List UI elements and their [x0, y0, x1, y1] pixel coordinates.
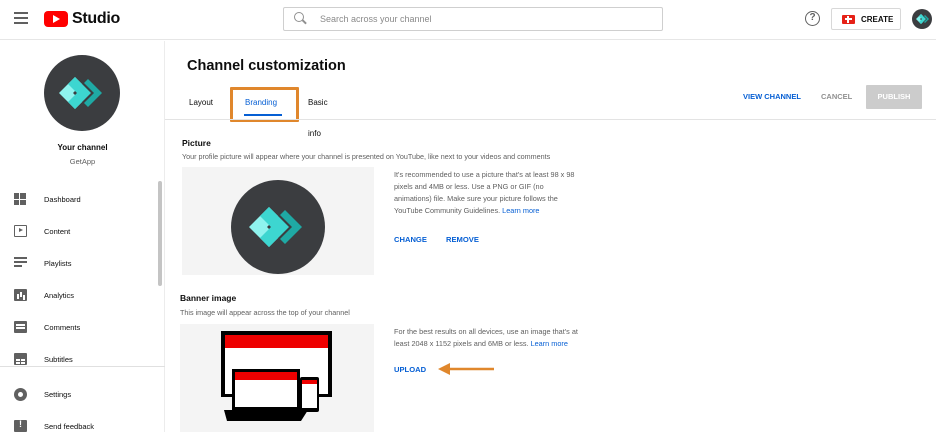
- banner-info: For the best results on all devices, use…: [394, 326, 634, 350]
- sidebar-item-analytics[interactable]: Analytics: [0, 279, 165, 311]
- sidebar-item-comments[interactable]: Comments: [0, 311, 165, 343]
- publish-button[interactable]: PUBLISH: [866, 85, 922, 109]
- change-picture-button[interactable]: CHANGE: [394, 235, 427, 244]
- annotation-arrow-icon: [438, 363, 494, 375]
- picture-info-line: animations) file. Make sure your picture…: [394, 194, 558, 203]
- devices-illustration-icon: [221, 331, 332, 421]
- sidebar-item-subtitles[interactable]: Subtitles: [0, 343, 165, 375]
- sidebar-item-label: Dashboard: [44, 194, 81, 204]
- banner-section-title: Banner image: [180, 293, 237, 303]
- picture-info-line-last: YouTube Community Guidelines. Learn more: [394, 205, 634, 217]
- create-label: CREATE: [861, 14, 894, 24]
- content-icon: [14, 225, 27, 237]
- sidebar-item-label: Settings: [44, 389, 72, 399]
- sidebar-divider: [0, 366, 165, 367]
- subtitles-icon: [14, 353, 27, 365]
- profile-picture-preview: [182, 167, 374, 275]
- page-title: Channel customization: [187, 58, 346, 74]
- banner-info-line: For the best results on all devices, use…: [394, 327, 578, 336]
- logo-text: Studio: [72, 10, 120, 27]
- sidebar: Your channel GetApp Dashboard Content Pl…: [0, 41, 165, 432]
- channel-logo-icon: [249, 207, 302, 247]
- profile-picture: [231, 180, 325, 274]
- gear-icon: [14, 387, 27, 401]
- picture-info-line: pixels and 4MB or less. Use a PNG or GIF…: [394, 182, 544, 191]
- create-video-icon: [842, 14, 855, 24]
- banner-info-line-last: least 2048 x 1152 pixels and 6MB or less…: [394, 338, 634, 350]
- channel-avatar[interactable]: [44, 55, 120, 131]
- channel-logo-icon: [916, 14, 929, 24]
- comments-icon: [14, 321, 27, 333]
- sidebar-item-label: Send feedback: [44, 421, 95, 431]
- menu-icon[interactable]: [14, 12, 28, 24]
- picture-info: It's recommended to use a picture that's…: [394, 169, 634, 217]
- account-avatar[interactable]: [912, 9, 932, 29]
- create-button[interactable]: CREATE: [831, 8, 901, 30]
- sidebar-item-send-feedback[interactable]: Send feedback: [0, 410, 165, 432]
- search-box[interactable]: [283, 7, 663, 31]
- channel-logo-icon: [59, 77, 102, 109]
- banner-info-text: least 2048 x 1152 pixels and 6MB or less…: [394, 339, 529, 348]
- channel-name: GetApp: [69, 157, 96, 166]
- sidebar-item-label: Subtitles: [44, 354, 73, 364]
- sidebar-item-label: Content: [44, 226, 71, 236]
- sidebar-item-playlists[interactable]: Playlists: [0, 247, 165, 279]
- tabs-divider: [165, 119, 936, 120]
- help-icon[interactable]: ?: [805, 11, 820, 26]
- upload-banner-button[interactable]: UPLOAD: [394, 365, 426, 374]
- analytics-icon: [14, 289, 27, 301]
- sidebar-item-dashboard[interactable]: Dashboard: [0, 183, 165, 215]
- sidebar-nav: Dashboard Content Playlists Analytics Co…: [0, 183, 165, 432]
- sidebar-scrollbar[interactable]: [158, 181, 162, 286]
- dashboard-icon: [14, 193, 27, 205]
- view-channel-button[interactable]: VIEW CHANNEL: [743, 92, 801, 101]
- banner-image-preview: [180, 324, 374, 432]
- tab-basic-info[interactable]: Basic info: [308, 87, 328, 138]
- sidebar-item-label: Comments: [44, 322, 81, 332]
- feedback-icon: [14, 419, 27, 432]
- sidebar-item-label: Analytics: [44, 290, 75, 300]
- search-input[interactable]: [320, 14, 640, 24]
- tab-layout[interactable]: Layout: [189, 87, 213, 119]
- picture-learn-more-link[interactable]: Learn more: [502, 206, 539, 215]
- youtube-play-icon: [44, 11, 68, 27]
- sidebar-item-label: Playlists: [44, 258, 72, 268]
- cancel-button[interactable]: CANCEL: [821, 92, 852, 101]
- picture-info-text: YouTube Community Guidelines.: [394, 206, 501, 215]
- playlists-icon: [14, 257, 27, 269]
- banner-learn-more-link[interactable]: Learn more: [531, 339, 568, 348]
- sidebar-item-settings[interactable]: Settings: [0, 378, 165, 410]
- picture-section-title: Picture: [182, 138, 211, 148]
- picture-section-description: Your profile picture will appear where y…: [182, 152, 551, 161]
- picture-info-line: It's recommended to use a picture that's…: [394, 170, 575, 179]
- sidebar-item-content[interactable]: Content: [0, 215, 165, 247]
- studio-logo[interactable]: Studio: [44, 10, 120, 28]
- remove-picture-button[interactable]: REMOVE: [446, 235, 479, 244]
- annotation-highlight-box: [230, 87, 299, 122]
- banner-section-description: This image will appear across the top of…: [180, 308, 350, 317]
- top-bar: Studio ? CREATE: [0, 0, 936, 40]
- search-icon: [294, 12, 308, 26]
- channel-title: Your channel: [57, 143, 108, 152]
